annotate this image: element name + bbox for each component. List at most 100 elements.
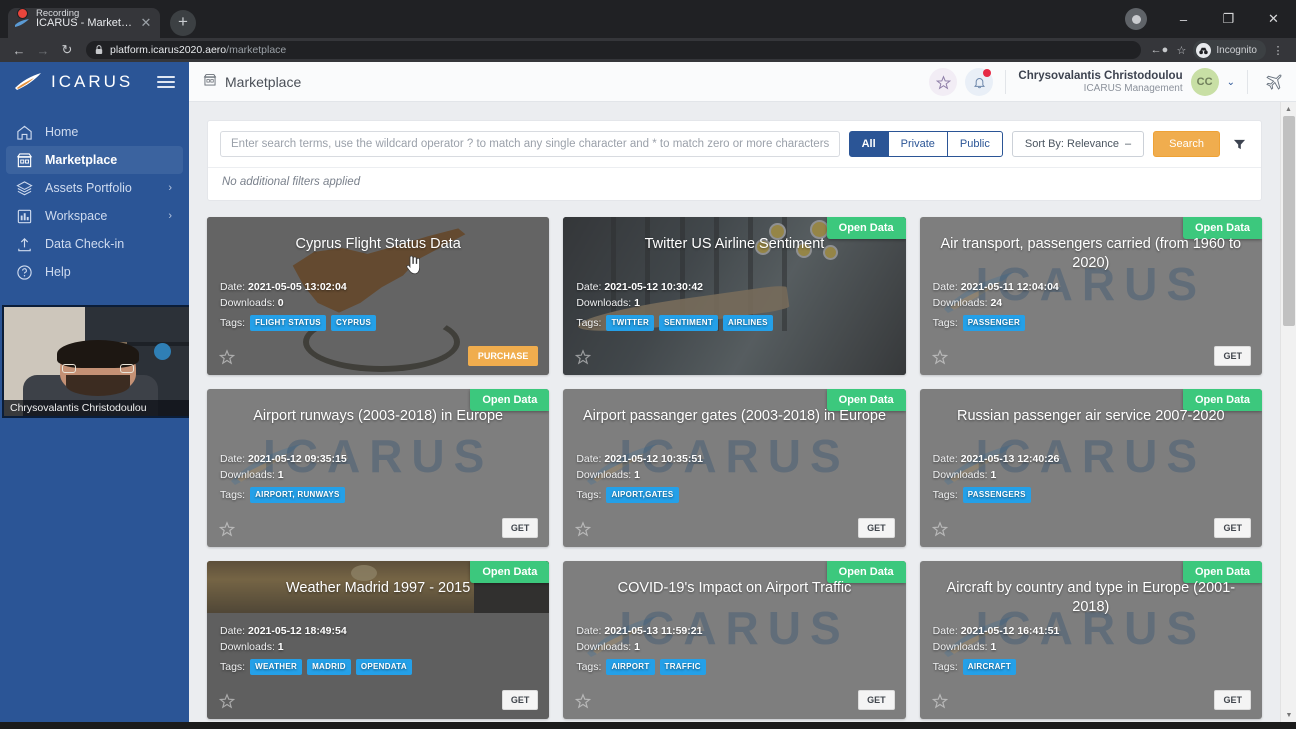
upload-icon <box>15 235 34 254</box>
notifications-button[interactable] <box>965 68 994 96</box>
tag[interactable]: PASSENGER <box>962 314 1026 331</box>
page-scrollbar[interactable]: ▲ ▼ <box>1280 102 1296 722</box>
dataset-card[interactable]: ICARUS Open Data COVID-19's Impact on Ai… <box>563 561 906 719</box>
scrollbar-thumb[interactable] <box>1283 116 1295 326</box>
scope-public-button[interactable]: Public <box>946 131 1003 157</box>
search-button[interactable]: Search <box>1153 131 1220 157</box>
maximize-button[interactable]: ❐ <box>1206 0 1251 38</box>
favorite-star-icon[interactable] <box>575 693 592 709</box>
marketplace-icon <box>15 151 34 170</box>
bookmark-star-icon[interactable]: ☆ <box>1171 40 1191 60</box>
scope-private-button[interactable]: Private <box>887 131 948 157</box>
dataset-card[interactable]: Open Data Weather Madrid 1997 - 2015 Dat… <box>207 561 550 719</box>
purchase-button[interactable]: PURCHASE <box>467 346 539 366</box>
tag[interactable]: AIPORT,GATES <box>606 486 679 503</box>
tag[interactable]: AIRLINES <box>723 314 773 331</box>
scope-all-button[interactable]: All <box>848 131 889 157</box>
get-button[interactable]: GET <box>501 690 539 710</box>
dataset-card[interactable]: ICARUS Open Data Aircraft by country and… <box>919 561 1262 719</box>
webcam-overlay[interactable]: Chrysovalantis Christodoulou <box>2 305 194 418</box>
tags-label: Tags: <box>576 488 602 501</box>
tag[interactable]: WEATHER <box>250 658 303 675</box>
close-window-button[interactable]: ✕ <box>1251 0 1296 38</box>
get-button[interactable]: GET <box>501 518 539 538</box>
card-title: Russian passenger air service 2007-2020 <box>957 408 1225 424</box>
dataset-card[interactable]: ICARUS Open Data Russian passenger air s… <box>919 389 1262 547</box>
get-button[interactable]: GET <box>858 518 895 538</box>
minimize-button[interactable]: – <box>1161 0 1206 38</box>
plane-button[interactable] <box>1260 69 1286 95</box>
tags-label: Tags: <box>932 660 958 673</box>
downloads-label: Downloads: <box>932 641 988 654</box>
tag[interactable]: OPENDATA <box>355 658 412 675</box>
scroll-up-arrow-icon[interactable]: ▲ <box>1281 102 1296 116</box>
browser-titlebar: Recording ICARUS - Marketplace ✕ + – ❐ ✕ <box>0 0 1296 38</box>
tag[interactable]: TWITTER <box>606 314 655 331</box>
incognito-profile-button[interactable]: Incognito <box>1193 40 1266 60</box>
tag[interactable]: FLIGHT STATUS <box>250 314 326 331</box>
search-input[interactable] <box>220 131 840 157</box>
sidebar-item-help[interactable]: Help <box>6 258 183 286</box>
favorite-star-icon[interactable] <box>575 349 592 365</box>
favorites-button[interactable] <box>929 68 958 96</box>
tag[interactable]: TRAFFIC <box>659 658 706 675</box>
back-icon[interactable]: ← <box>8 39 30 61</box>
sidebar-item-assets-portfolio[interactable]: Assets Portfolio › <box>6 174 183 202</box>
tag[interactable]: AIRPORT <box>606 658 655 675</box>
sort-by-dropdown[interactable]: Sort By: Relevance – <box>1011 131 1145 157</box>
forward-icon[interactable]: → <box>32 39 54 61</box>
sidebar-item-label: Marketplace <box>45 153 118 167</box>
tag[interactable]: SENTIMENT <box>659 314 719 331</box>
favorite-star-icon[interactable] <box>931 521 948 537</box>
dataset-card[interactable]: Open Data Twitter US Airline Sentiment D… <box>563 217 906 375</box>
lock-icon <box>95 45 103 55</box>
card-downloads: 1 <box>990 641 997 654</box>
card-title: Twitter US Airline Sentiment <box>644 236 825 252</box>
tag[interactable]: CYPRUS <box>330 314 377 331</box>
card-date: 2021-05-12 10:35:51 <box>604 453 704 465</box>
card-date: 2021-05-12 18:49:54 <box>248 625 347 637</box>
date-label: Date: <box>220 453 246 465</box>
tag[interactable]: AIRCRAFT <box>962 658 1017 675</box>
close-tab-icon[interactable]: ✕ <box>138 15 154 31</box>
tag[interactable]: AIRPORT, RUNWAYS <box>250 486 345 503</box>
dataset-card[interactable]: ICARUS Open Data Airport runways (2003-2… <box>207 389 550 547</box>
scope-toggle-group: All Private Public <box>848 131 1003 157</box>
dataset-card[interactable]: ICARUS Open Data Air transport, passenge… <box>919 217 1262 375</box>
favorite-star-icon[interactable] <box>218 521 236 537</box>
avatar[interactable]: CC <box>1190 68 1219 96</box>
sidebar-item-data-check-in[interactable]: Data Check-in <box>6 230 183 258</box>
get-button[interactable]: GET <box>858 690 895 710</box>
tag[interactable]: PASSENGERS <box>962 486 1031 503</box>
favorite-star-icon[interactable] <box>931 693 948 709</box>
dataset-card[interactable]: ICARUS Open Data Airport passanger gates… <box>563 389 906 547</box>
funnel-icon[interactable] <box>1229 138 1249 151</box>
screen-recording-indicator-icon[interactable] <box>1125 8 1147 30</box>
dataset-card[interactable]: Cyprus Flight Status Data Date: 2021-05-… <box>207 217 550 375</box>
sidebar-item-home[interactable]: Home <box>6 118 183 146</box>
get-button[interactable]: GET <box>1214 346 1251 366</box>
new-tab-button[interactable]: + <box>170 10 196 36</box>
card-downloads: 24 <box>990 297 1003 310</box>
favorite-star-icon[interactable] <box>218 349 236 365</box>
chevron-down-icon[interactable]: ⌄ <box>1227 77 1235 88</box>
get-button[interactable]: GET <box>1214 518 1251 538</box>
get-button[interactable]: GET <box>1214 690 1251 710</box>
tags-label: Tags: <box>576 316 602 329</box>
favorite-star-icon[interactable] <box>218 693 236 709</box>
browser-menu-icon[interactable]: ⋮ <box>1268 40 1288 60</box>
favorite-star-icon[interactable] <box>575 521 592 537</box>
dataset-grid: Cyprus Flight Status Data Date: 2021-05-… <box>189 201 1280 722</box>
browser-tab[interactable]: Recording ICARUS - Marketplace ✕ <box>8 8 160 38</box>
date-label: Date: <box>576 625 602 637</box>
address-bar[interactable]: platform.icarus2020.aero/marketplace <box>86 41 1142 59</box>
favorite-star-icon[interactable] <box>931 349 948 365</box>
reload-icon[interactable]: ↻ <box>56 39 78 61</box>
sidebar-item-marketplace[interactable]: Marketplace <box>6 146 183 174</box>
tag[interactable]: MADRID <box>307 658 351 675</box>
menu-toggle-icon[interactable] <box>157 73 175 91</box>
scroll-down-arrow-icon[interactable]: ▼ <box>1281 708 1296 722</box>
sidebar-item-workspace[interactable]: Workspace › <box>6 202 183 230</box>
password-key-icon[interactable]: ←● <box>1149 40 1169 60</box>
card-date: 2021-05-13 12:40:26 <box>960 453 1060 465</box>
